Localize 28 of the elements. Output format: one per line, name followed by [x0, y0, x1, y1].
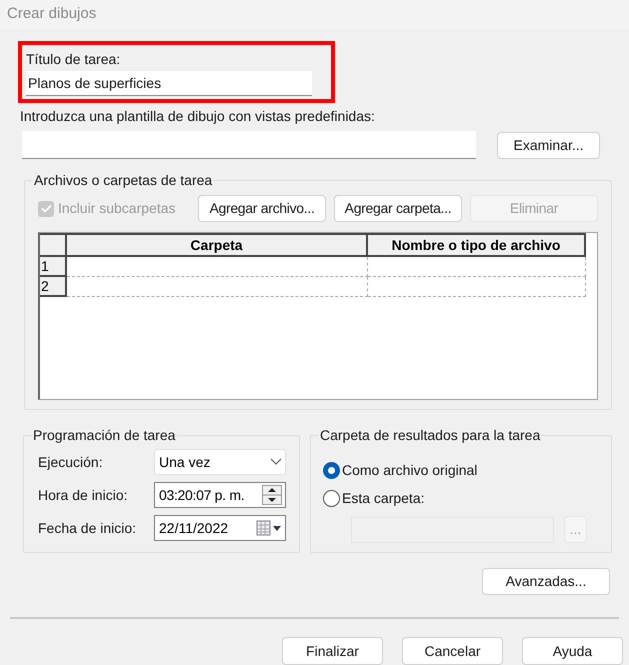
radio-option[interactable]: Como archivo original — [323, 456, 611, 484]
template-label: Introduzca una plantilla de dibujo con vistas predefinidas: — [20, 107, 376, 126]
column-header: Carpeta — [67, 235, 368, 255]
row-number: 2 — [40, 277, 67, 297]
spin-arrows-icon[interactable] — [262, 485, 282, 505]
date-picker-field[interactable]: 22/11/2022 — [154, 515, 286, 541]
group-button[interactable]: Agregar carpeta... — [334, 195, 462, 222]
execution-dropdown[interactable]: Una vez — [154, 449, 286, 475]
window-title: Crear dibujos — [7, 4, 96, 24]
time-spinner-field[interactable]: 03:20:07 p. m. — [154, 482, 286, 508]
footer-button[interactable]: Finalizar — [282, 637, 383, 665]
field-label: Hora de inicio: — [38, 486, 128, 504]
calendar-dropdown-icon[interactable] — [256, 520, 282, 536]
column-header: Nombre o tipo de archivo — [368, 235, 586, 255]
advanced-button[interactable]: Avanzadas... — [482, 568, 610, 595]
field-label: Fecha de inicio: — [38, 518, 138, 538]
checkmark-icon — [40, 204, 52, 213]
task-title-field[interactable]: Planos de superficies — [26, 71, 312, 96]
browse-button[interactable]: Examinar... — [497, 132, 600, 158]
field-label: Ejecución: — [38, 452, 104, 472]
group-button[interactable]: Agregar archivo... — [198, 195, 326, 222]
radio-option[interactable]: Esta carpeta: — [323, 484, 611, 512]
template-field[interactable] — [22, 131, 476, 159]
row-number: 1 — [40, 257, 67, 277]
footer-button[interactable]: Cancelar — [402, 637, 503, 665]
footer-button[interactable]: Ayuda — [522, 637, 623, 665]
chevron-down-icon — [270, 458, 282, 466]
task-title-label: Título de tarea: — [26, 51, 122, 67]
